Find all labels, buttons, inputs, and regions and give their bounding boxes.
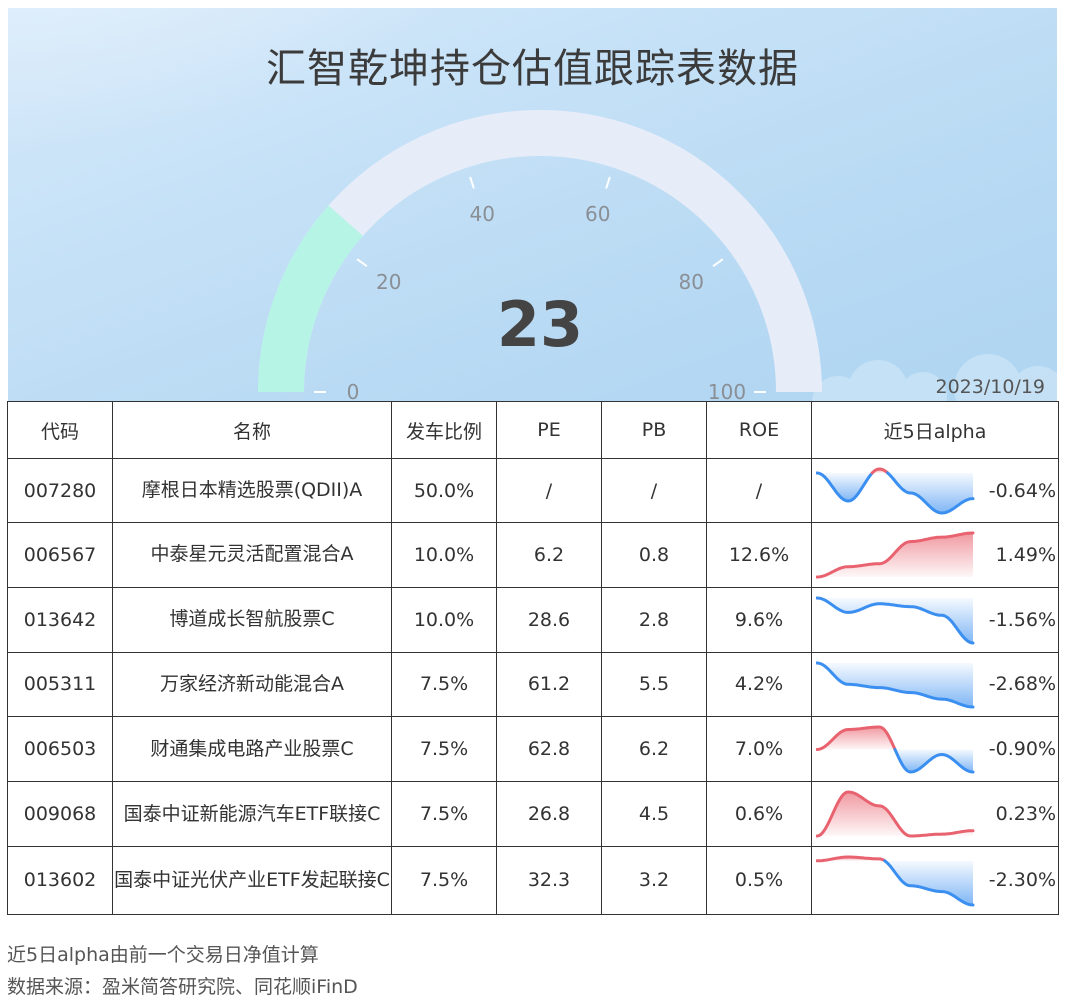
cell-ratio: 7.5% (391, 845, 497, 916)
header-panel: 汇智乾坤持仓估值跟踪表数据 0 20 40 60 80 100 23 2023/10/19 (8, 8, 1057, 402)
gauge-tick-label: 60 (585, 202, 610, 226)
table-row: 013642 博道成长智航股票C 10.0% 28.6 2.8 9.6% -1.56% (7, 586, 1059, 653)
alpha-value: -1.56% (988, 608, 1056, 631)
alpha-value: 0.23% (995, 803, 1056, 826)
header-ratio: 发车比例 (391, 401, 497, 459)
cell-pb: / (601, 457, 707, 524)
alpha-value: -0.90% (988, 738, 1056, 761)
header-pe: PE (496, 401, 602, 459)
alpha-sparkline (816, 467, 975, 515)
cell-name: 中泰星元灵活配置混合A (112, 522, 392, 588)
table-row: 007280 摩根日本精选股票(QDII)A 50.0% / / / -0.64% (7, 457, 1059, 524)
table-row: 006567 中泰星元灵活配置混合A 10.0% 6.2 0.8 12.6% 1.49% (7, 522, 1059, 588)
alpha-sparkline (816, 855, 975, 907)
cell-code: 005311 (7, 651, 113, 718)
cell-alpha: 0.23% (811, 781, 1059, 847)
cell-roe: 4.2% (706, 651, 812, 718)
alpha-sparkline (816, 790, 975, 838)
header-code: 代码 (7, 401, 113, 459)
gauge-tick-mark (356, 258, 368, 268)
footer-source: 数据来源：盈米简答研究院、同花顺iFinD (7, 976, 358, 998)
cell-pb: 2.8 (601, 586, 707, 653)
alpha-sparkline (816, 661, 975, 709)
table-header-row: 代码 名称 发车比例 PE PB ROE 近5日alpha (7, 401, 1059, 459)
cell-code: 006503 (7, 716, 113, 783)
cell-name: 摩根日本精选股票(QDII)A (112, 457, 392, 524)
cell-alpha: -0.90% (811, 716, 1059, 783)
cell-alpha: -1.56% (811, 586, 1059, 653)
cell-ratio: 10.0% (391, 522, 497, 588)
cell-name: 财通集成电路产业股票C (112, 716, 392, 783)
cell-code: 013602 (7, 845, 113, 916)
cell-code: 006567 (7, 522, 113, 588)
cell-pe: / (496, 457, 602, 524)
alpha-value: 1.49% (995, 543, 1056, 566)
cell-name: 博道成长智航股票C (112, 586, 392, 653)
cell-pb: 0.8 (601, 522, 707, 588)
gauge-tick-mark (712, 258, 724, 268)
cell-name: 国泰中证新能源汽车ETF联接C (112, 781, 392, 847)
cell-alpha: 1.49% (811, 522, 1059, 588)
alpha-sparkline (816, 725, 975, 774)
cell-alpha: -2.30% (811, 845, 1059, 916)
cell-roe: 0.5% (706, 845, 812, 916)
cell-ratio: 7.5% (391, 716, 497, 783)
cell-ratio: 10.0% (391, 586, 497, 653)
gauge-fill (258, 205, 364, 393)
cell-ratio: 7.5% (391, 651, 497, 718)
cell-pe: 26.8 (496, 781, 602, 847)
table-row: 005311 万家经济新动能混合A 7.5% 61.2 5.5 4.2% -2.68% (7, 651, 1059, 718)
header-pb: PB (601, 401, 707, 459)
cell-alpha: -2.68% (811, 651, 1059, 718)
gauge-tick-label: 80 (679, 270, 704, 294)
table-row: 009068 国泰中证新能源汽车ETF联接C 7.5% 26.8 4.5 0.6% 0.23… (7, 781, 1059, 847)
gauge-tick-label: 20 (376, 270, 401, 294)
cell-ratio: 7.5% (391, 781, 497, 847)
cell-alpha: -0.64% (811, 457, 1059, 524)
alpha-value: -0.64% (988, 479, 1056, 502)
cell-roe: 7.0% (706, 716, 812, 783)
cell-pb: 4.5 (601, 781, 707, 847)
cell-roe: 12.6% (706, 522, 812, 588)
header-alpha: 近5日alpha (811, 401, 1059, 459)
valuation-gauge: 0 20 40 60 80 100 23 (258, 110, 822, 402)
cell-pe: 32.3 (496, 845, 602, 916)
cell-name: 万家经济新动能混合A (112, 651, 392, 718)
footer-note: 近5日alpha由前一个交易日净值计算 (7, 944, 319, 966)
gauge-tick-mark (469, 176, 475, 189)
cell-pe: 28.6 (496, 586, 602, 653)
header-roe: ROE (706, 401, 812, 459)
cell-roe: 9.6% (706, 586, 812, 653)
alpha-sparkline (816, 596, 975, 645)
gauge-value: 23 (497, 288, 583, 361)
cell-code: 009068 (7, 781, 113, 847)
alpha-value: -2.68% (988, 673, 1056, 696)
cell-pb: 5.5 (601, 651, 707, 718)
table-row: 013602 国泰中证光伏产业ETF发起联接C 7.5% 32.3 3.2 0.5% -2.… (7, 845, 1059, 916)
holdings-table: 代码 名称 发车比例 PE PB ROE 近5日alpha 007280 摩根日本… (7, 401, 1059, 916)
table-row: 006503 财通集成电路产业股票C 7.5% 62.8 6.2 7.0% -0.90% (7, 716, 1059, 783)
cell-pb: 6.2 (601, 716, 707, 783)
cell-pe: 62.8 (496, 716, 602, 783)
cell-code: 007280 (7, 457, 113, 524)
header-name: 名称 (112, 401, 392, 459)
cell-roe: 0.6% (706, 781, 812, 847)
cell-roe: / (706, 457, 812, 524)
cell-name: 国泰中证光伏产业ETF发起联接C (112, 845, 392, 916)
gauge-tick-mark (605, 176, 611, 189)
cell-code: 013642 (7, 586, 113, 653)
alpha-sparkline (816, 531, 975, 579)
gauge-tick-label: 0 (347, 380, 360, 402)
alpha-value: -2.30% (988, 869, 1056, 892)
cell-ratio: 50.0% (391, 457, 497, 524)
cell-pb: 3.2 (601, 845, 707, 916)
date-label: 2023/10/19 (935, 376, 1045, 398)
gauge-tick-label: 100 (708, 380, 746, 402)
cell-pe: 61.2 (496, 651, 602, 718)
alpha-area (817, 533, 973, 578)
gauge-tick-label: 40 (469, 202, 494, 226)
cell-pe: 6.2 (496, 522, 602, 588)
